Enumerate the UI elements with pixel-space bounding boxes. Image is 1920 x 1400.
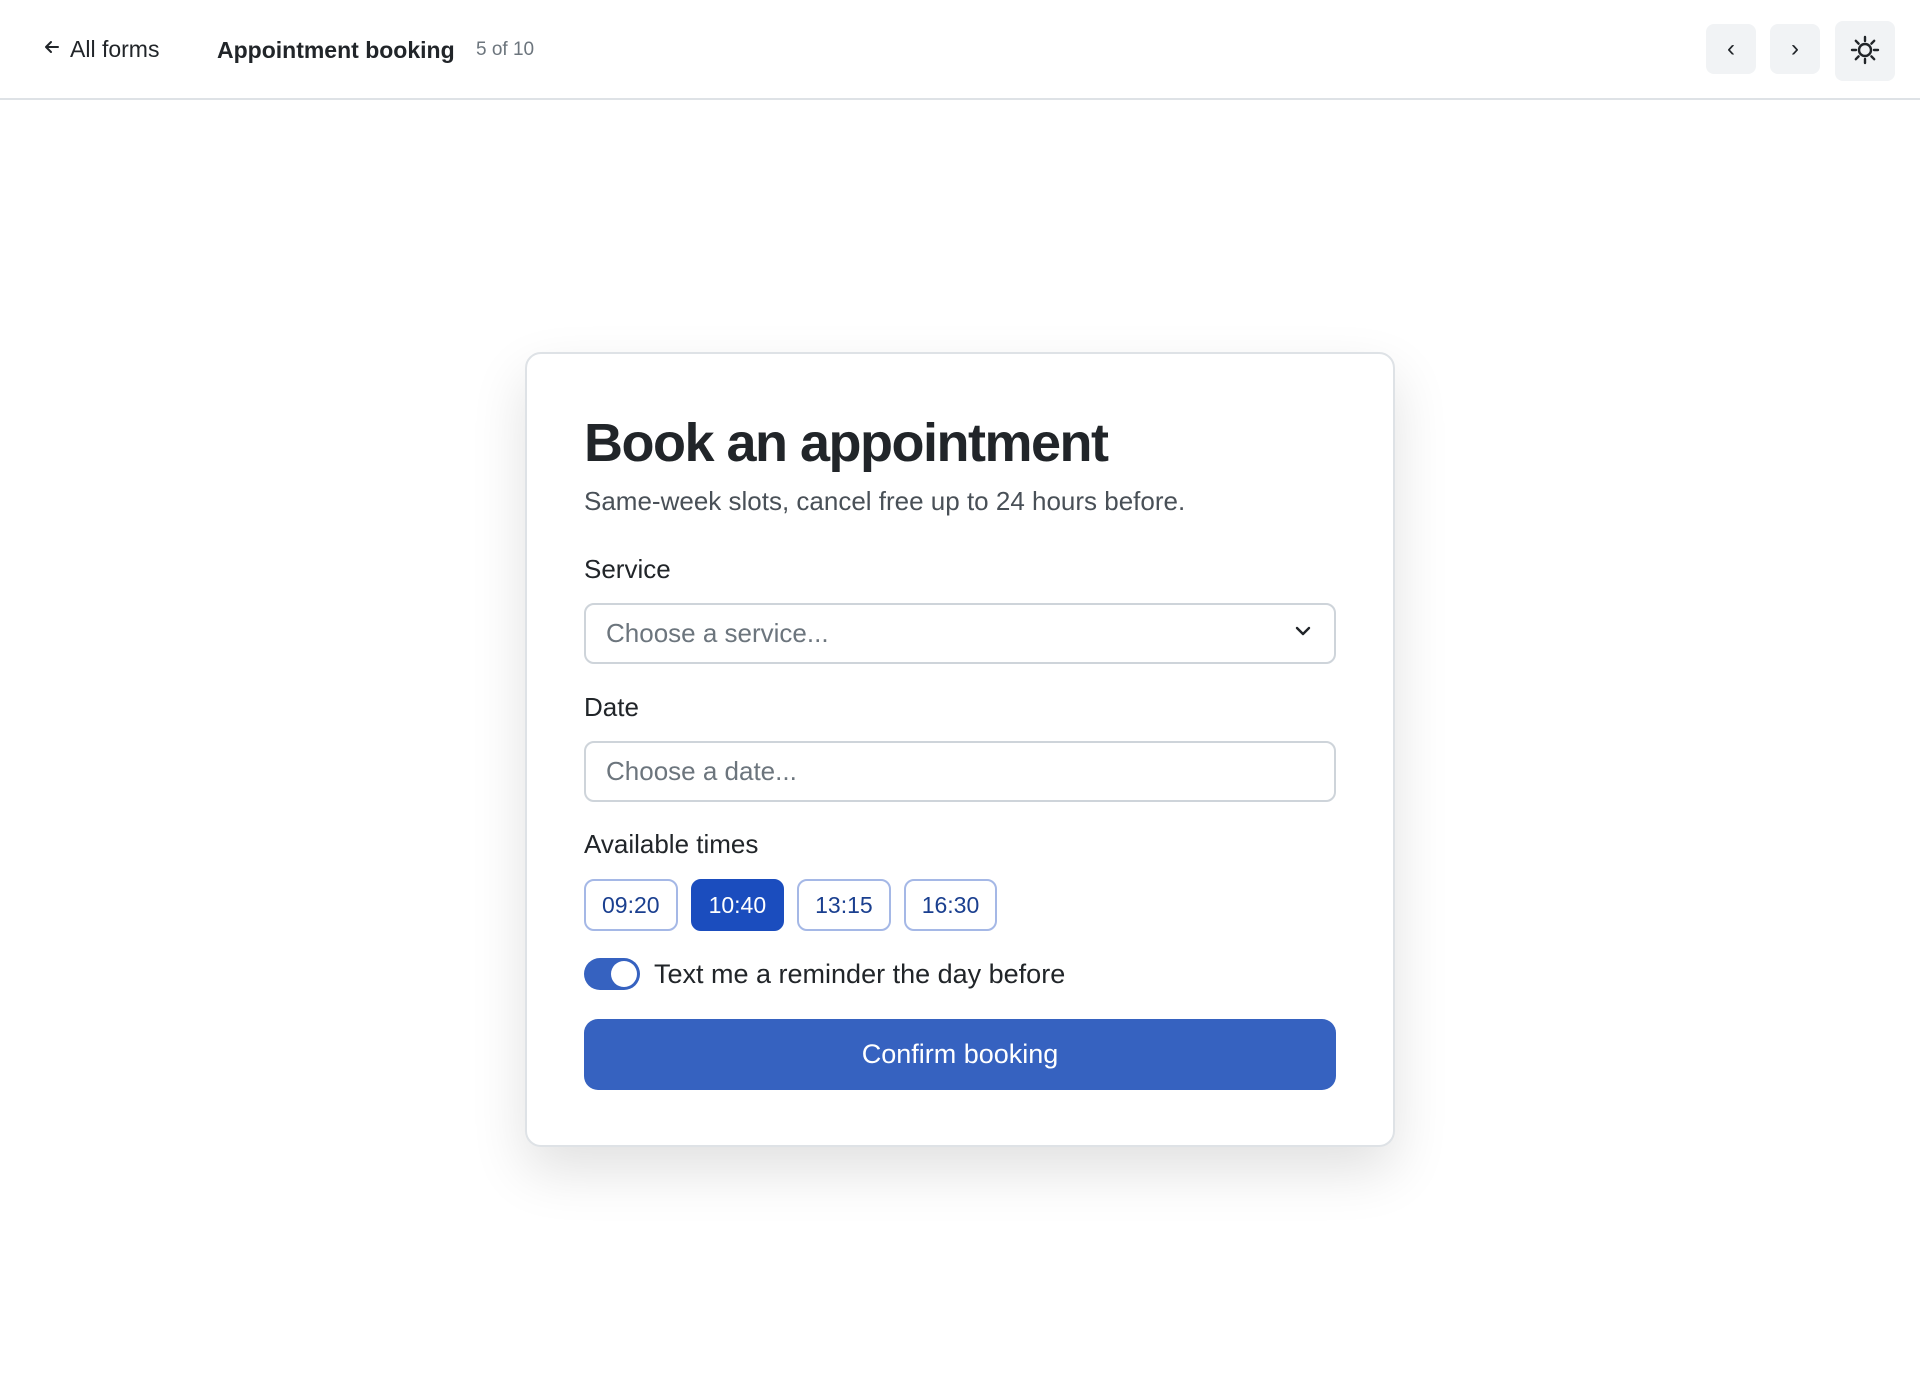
reminder-label: Text me a reminder the day before — [654, 958, 1066, 989]
toggle-knob — [611, 961, 637, 987]
time-slot-1630[interactable]: 16:30 — [903, 879, 998, 931]
all-forms-label: All forms — [70, 36, 160, 62]
theme-toggle-button[interactable] — [1835, 21, 1895, 81]
booking-card: Book an appointment Same-week slots, can… — [525, 352, 1395, 1147]
chevron-left-icon: ‹ — [1727, 35, 1735, 62]
date-input[interactable] — [584, 741, 1336, 802]
time-slot-group: 09:20 10:40 13:15 16:30 — [584, 879, 998, 931]
next-form-button[interactable]: › — [1770, 24, 1820, 74]
sun-icon — [1850, 35, 1880, 68]
time-slot-1315[interactable]: 13:15 — [797, 879, 891, 931]
reminder-toggle[interactable] — [584, 958, 640, 990]
page-subtitle: Same-week slots, cancel free up to 24 ho… — [584, 486, 1186, 516]
confirm-booking-button[interactable]: Confirm booking — [584, 1019, 1336, 1090]
all-forms-link[interactable]: All forms — [42, 36, 159, 63]
chevron-down-icon — [1292, 620, 1314, 647]
service-select[interactable]: Choose a service... — [584, 603, 1336, 664]
date-label: Date — [584, 692, 639, 722]
time-slot-0920[interactable]: 09:20 — [584, 879, 678, 931]
previous-form-button[interactable]: ‹ — [1706, 24, 1756, 74]
chevron-right-icon: › — [1791, 35, 1799, 62]
form-title: Appointment booking — [217, 37, 455, 63]
reminder-toggle-row: Text me a reminder the day before — [584, 958, 1065, 990]
service-label: Service — [584, 554, 671, 584]
top-bar: All forms Appointment booking 5 of 10 ‹ … — [0, 0, 1920, 100]
form-position: 5 of 10 — [476, 39, 535, 60]
service-select-value: Choose a service... — [606, 618, 829, 648]
page-title: Book an appointment — [584, 413, 1109, 473]
available-times-label: Available times — [584, 829, 759, 859]
arrow-left-icon — [42, 36, 62, 63]
time-slot-1040[interactable]: 10:40 — [690, 879, 785, 931]
